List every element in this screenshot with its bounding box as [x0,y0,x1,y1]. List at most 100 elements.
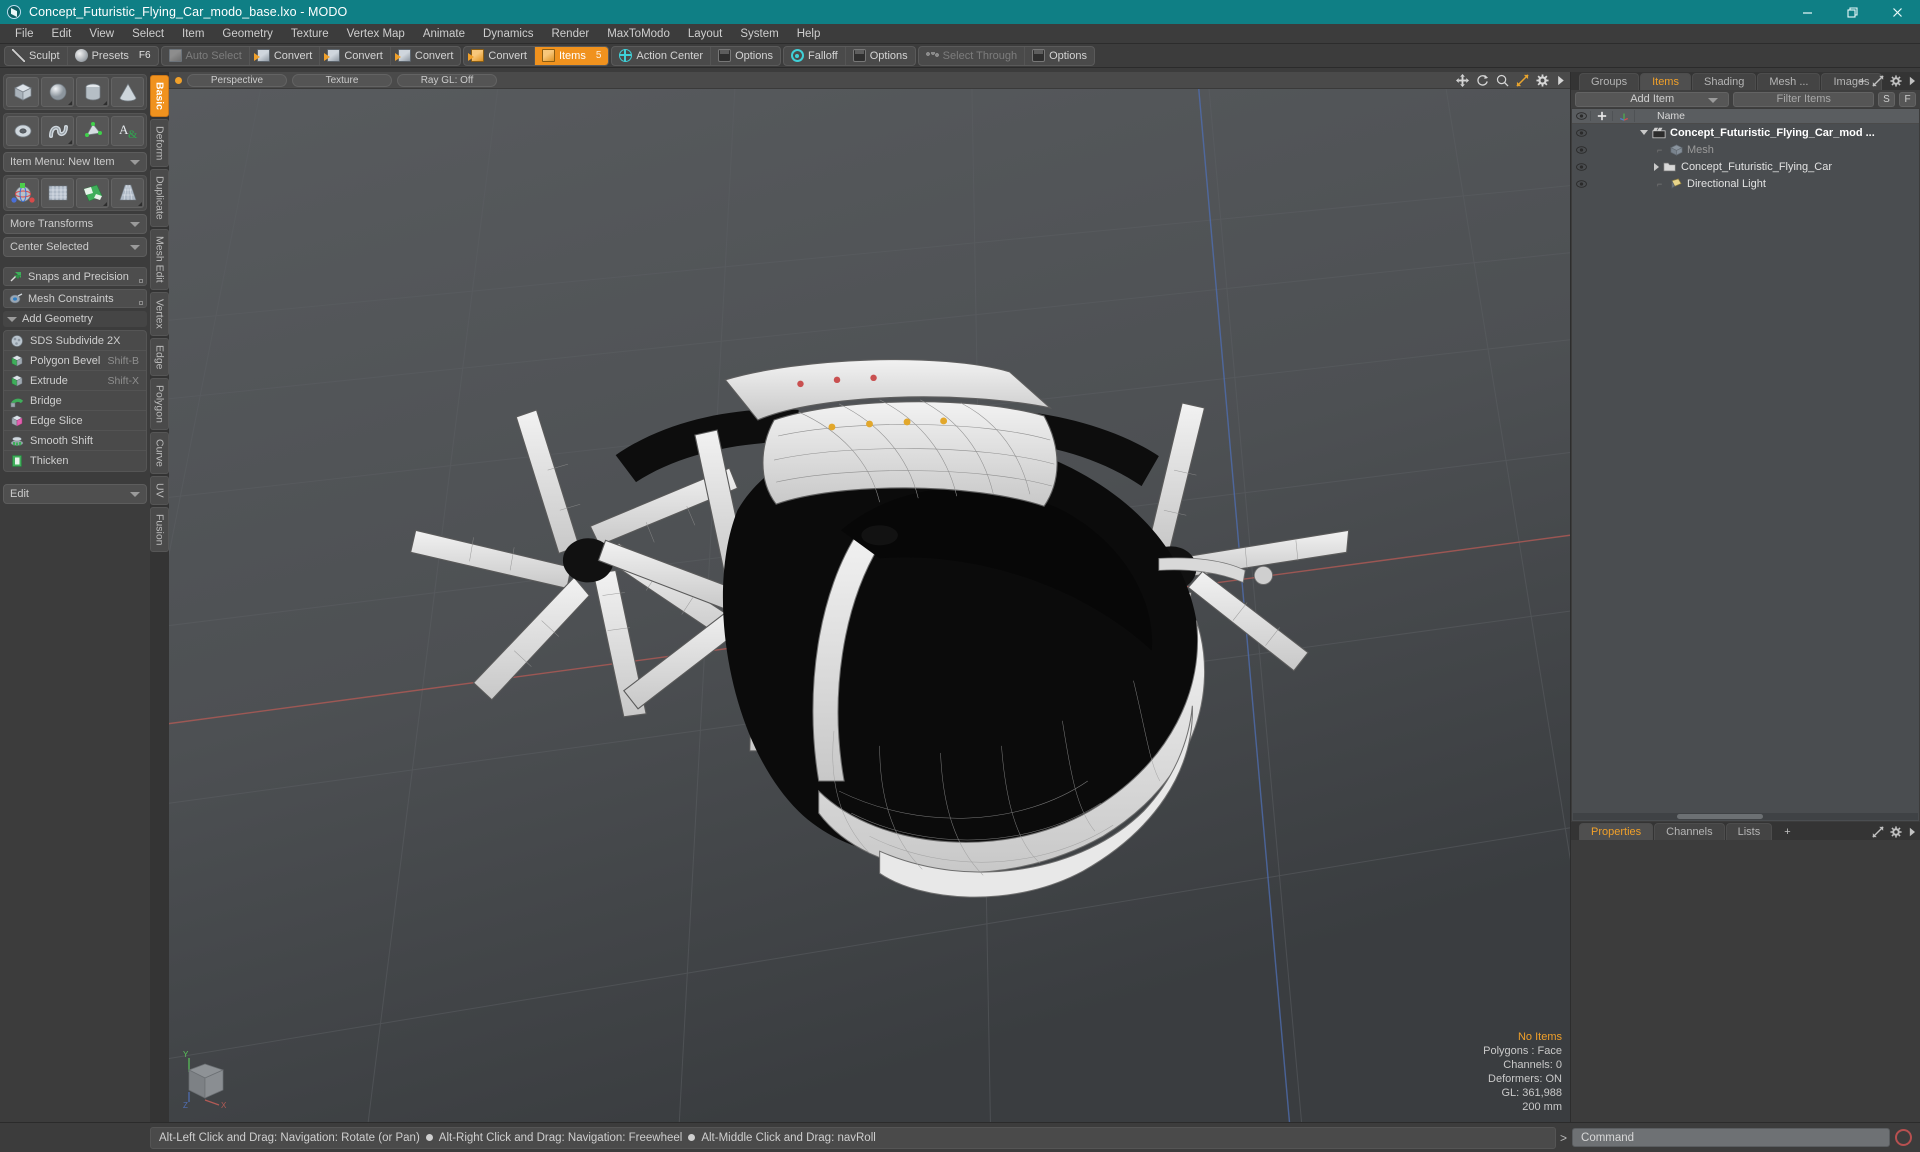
viewport-shading-button[interactable]: Texture [292,73,392,87]
tab-shading[interactable]: Shading [1691,73,1757,90]
tube-primitive-button[interactable] [41,116,74,146]
fit-icon[interactable] [1516,74,1529,87]
minimize-button[interactable] [1785,0,1830,24]
menu-texture[interactable]: Texture [282,26,338,42]
convert-item-button[interactable]: Convert [464,46,535,65]
convert-polygon-button[interactable]: Convert [391,47,461,65]
rotate-icon[interactable] [1476,74,1489,87]
table-row[interactable]: Concept_Futuristic_Flying_Car_mod ... [1572,124,1919,141]
viewport-canvas[interactable]: Y Z X No Items Polygons : Face Channels:… [169,72,1570,1122]
item-tree-hscrollbar[interactable] [1573,813,1918,820]
tab-curve[interactable]: Curve [150,432,169,475]
3d-viewport[interactable]: Perspective Texture Ray GL: Off Y Z X No… [169,72,1570,1122]
tab-mesh[interactable]: Mesh ... [1757,73,1821,90]
menu-edit[interactable]: Edit [43,26,81,42]
chevron-right-icon[interactable] [1654,162,1659,171]
sds-subdivide-button[interactable]: SDS Subdivide 2X [4,331,146,351]
snaps-and-precision-button[interactable]: Snaps and Precision [3,267,147,286]
tab-properties[interactable]: Properties [1579,823,1654,840]
gear-icon[interactable] [1536,74,1549,87]
edge-slice-button[interactable]: Edge Slice [4,411,146,431]
tab-edge[interactable]: Edge [150,337,169,377]
sculpt-button[interactable]: Sculpt [5,46,68,65]
option-square-icon[interactable] [139,279,143,283]
tab-mesh-edit[interactable]: Mesh Edit [150,229,169,290]
filter-s-button[interactable]: S [1878,91,1895,107]
row-visibility-toggle[interactable] [1572,128,1590,137]
torus-primitive-button[interactable] [6,116,39,146]
fit-icon[interactable] [1872,826,1884,838]
menu-item[interactable]: Item [173,26,213,42]
polygon-bevel-button[interactable]: Polygon Bevel Shift-B [4,351,146,371]
table-row[interactable]: Concept_Futuristic_Flying_Car [1572,158,1919,175]
tab-lists[interactable]: Lists [1725,823,1773,840]
edit-dropdown[interactable]: Edit [3,484,147,504]
thicken-button[interactable]: Thicken [4,451,146,471]
record-macro-button[interactable] [1895,1129,1912,1146]
falloff-button[interactable]: Falloff [784,46,846,65]
bend-tool-button[interactable] [41,178,74,208]
tab-fusion[interactable]: Fusion [150,506,169,553]
menu-select[interactable]: Select [123,26,173,42]
falloff-options-button[interactable]: Options [846,47,915,65]
center-selected-dropdown[interactable]: Center Selected [3,237,147,257]
viewport-projection-button[interactable]: Perspective [187,73,287,87]
add-item-button[interactable]: Add Item [1575,91,1730,107]
action-center-options-button[interactable]: Options [711,47,780,65]
action-center-button[interactable]: Action Center [612,46,712,65]
option-square-icon[interactable] [139,301,143,305]
polygon-primitive-button[interactable] [76,116,109,146]
maximize-button[interactable] [1830,0,1875,24]
presets-button[interactable]: Presets F6 [68,47,158,65]
menu-file[interactable]: File [6,26,43,42]
tab-uv[interactable]: UV [150,476,169,505]
fit-icon[interactable] [1872,75,1884,87]
chevron-down-icon[interactable] [1640,130,1648,135]
select-through-options-button[interactable]: Options [1025,47,1094,65]
convert-edge-button[interactable]: Convert [320,46,391,65]
move-icon[interactable] [1456,74,1469,87]
transform-tool-button[interactable] [6,178,39,208]
command-input[interactable]: Command [1572,1128,1890,1147]
more-transforms-dropdown[interactable]: More Transforms [3,214,147,234]
menu-vertex-map[interactable]: Vertex Map [338,26,414,42]
tab-duplicate[interactable]: Duplicate [150,169,169,228]
menu-layout[interactable]: Layout [679,26,732,42]
tab-items[interactable]: Items [1640,73,1691,90]
menu-render[interactable]: Render [542,26,598,42]
filter-items-input[interactable]: Filter Items [1733,91,1874,107]
arrow-right-icon[interactable] [1556,74,1565,87]
menu-system[interactable]: System [731,26,787,42]
menu-dynamics[interactable]: Dynamics [474,26,542,42]
select-through-button[interactable]: Select Through [919,46,1026,65]
tab-polygon[interactable]: Polygon [150,378,169,431]
bridge-button[interactable]: Bridge [4,391,146,411]
text-primitive-button[interactable]: A & [111,116,144,146]
items-mode-button[interactable]: Items 5 [534,46,609,65]
row-visibility-toggle[interactable] [1572,179,1590,188]
arrow-right-icon[interactable] [1908,75,1916,87]
arrow-right-icon[interactable] [1908,826,1916,838]
sphere-primitive-button[interactable] [41,77,74,107]
cone-primitive-button[interactable] [111,77,144,107]
smooth-shift-button[interactable]: Smooth Shift [4,431,146,451]
row-visibility-toggle[interactable] [1572,162,1590,171]
gear-icon[interactable] [1890,826,1902,838]
menu-geometry[interactable]: Geometry [213,26,282,42]
convert-vertex-button[interactable]: Convert [250,46,321,65]
shear-tool-button[interactable] [76,178,109,208]
mesh-constraints-button[interactable]: Mesh Constraints [3,289,147,308]
extrude-button[interactable]: Extrude Shift-X [4,371,146,391]
filter-f-button[interactable]: F [1899,91,1916,107]
menu-maxtomodo[interactable]: MaxToModo [598,26,679,42]
cylinder-primitive-button[interactable] [76,77,109,107]
taper-tool-button[interactable] [111,178,144,208]
viewport-raygl-button[interactable]: Ray GL: Off [397,73,497,87]
tab-groups[interactable]: Groups [1579,73,1640,90]
tab-channels[interactable]: Channels [1654,823,1725,840]
menu-help[interactable]: Help [788,26,830,42]
add-properties-tab-button[interactable]: + [1773,824,1801,840]
item-tree[interactable]: Name Concept_Futuristic_Flying_Car_mod .… [1572,109,1919,821]
add-geometry-section-header[interactable]: Add Geometry [3,311,147,327]
menu-view[interactable]: View [80,26,123,42]
